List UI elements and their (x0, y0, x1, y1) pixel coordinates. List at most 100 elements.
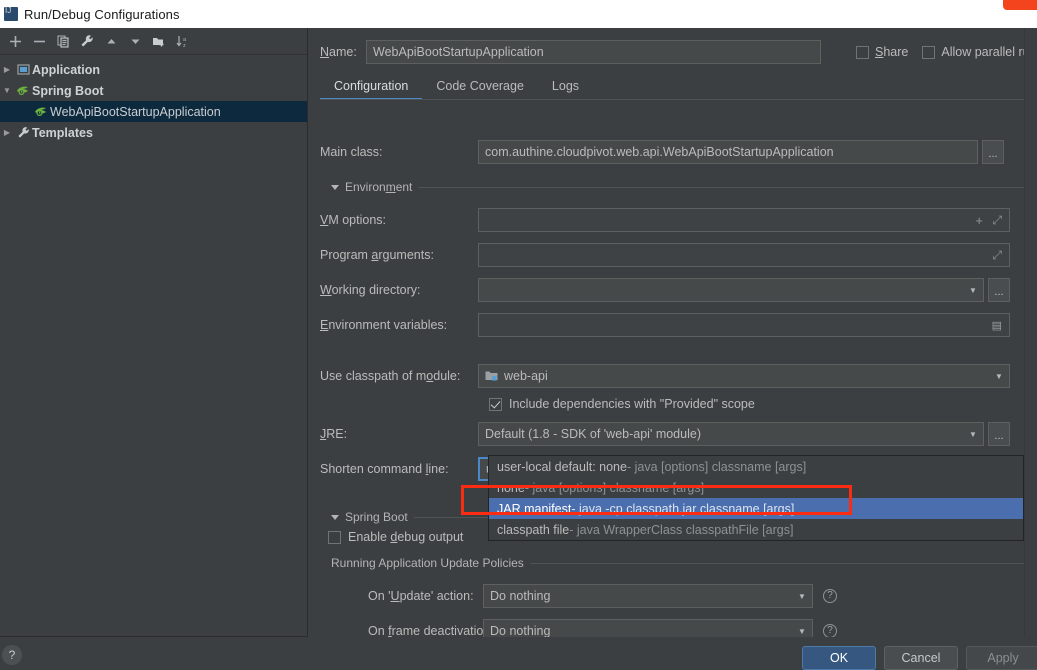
share-checkbox[interactable] (856, 46, 869, 59)
apply-button[interactable]: Apply (966, 646, 1037, 670)
chevron-right-icon[interactable]: ▶ (0, 65, 14, 74)
help-icon[interactable]: ? (2, 645, 22, 665)
tab-configuration[interactable]: Configuration (320, 79, 422, 99)
working-directory-row: Working directory: ▼ ... (320, 278, 1037, 302)
help-icon[interactable]: ? (823, 624, 837, 638)
arrow-down-icon[interactable] (124, 30, 146, 52)
vertical-scrollbar[interactable] (1024, 28, 1037, 637)
program-arguments-input[interactable]: ⤢ (478, 243, 1010, 267)
update-policies-section-label: Running Application Update Policies (331, 556, 524, 570)
use-classpath-value: web-api (504, 369, 548, 383)
tree-item-label: Application (32, 63, 100, 77)
on-update-action-value: Do nothing (490, 589, 550, 603)
program-arguments-row: Program arguments: ⤢ (320, 243, 1037, 267)
enable-debug-output-label: Enable debug output (348, 530, 463, 544)
working-directory-combo[interactable]: ▼ (478, 278, 984, 302)
main-class-browse-button[interactable]: ... (982, 140, 1004, 164)
allow-parallel-run-checkbox[interactable] (922, 46, 935, 59)
shorten-command-line-dropdown[interactable]: user-local default: none - java [options… (488, 455, 1024, 541)
dropdown-item-classpath-file[interactable]: classpath file - java WrapperClass class… (489, 519, 1023, 540)
name-row: Name: WebApiBootStartupApplication Share… (320, 40, 1037, 64)
configuration-editor-panel: Name: WebApiBootStartupApplication Share… (309, 28, 1037, 637)
dropdown-item-user-local-default[interactable]: user-local default: none - java [options… (489, 456, 1023, 477)
add-icon[interactable]: + (975, 213, 983, 228)
tree-item-application[interactable]: ▶ Application (0, 59, 307, 80)
plus-icon[interactable] (4, 30, 26, 52)
cancel-button[interactable]: Cancel (884, 646, 958, 670)
chevron-down-icon[interactable] (331, 185, 339, 190)
configurations-tree-panel: a z ▶ Application ▼ Spring Boot (0, 28, 308, 637)
close-icon[interactable] (1003, 0, 1037, 10)
tree-item-webapibootstartupapplication[interactable]: WebApiBootStartupApplication (0, 101, 307, 122)
configurations-tree[interactable]: ▶ Application ▼ Spring Boot (0, 55, 307, 143)
on-update-action-combo[interactable]: Do nothing ▼ (483, 584, 813, 608)
chevron-down-icon[interactable] (331, 515, 339, 520)
tab-code-coverage[interactable]: Code Coverage (422, 79, 538, 99)
update-policies-section-header: Running Application Update Policies (331, 556, 1037, 570)
include-dependencies-checkbox[interactable] (489, 398, 502, 411)
expand-icon[interactable]: ⤢ (992, 248, 1002, 263)
environment-variables-row: Environment variables: ▤ (320, 313, 1037, 337)
minus-icon[interactable] (28, 30, 50, 52)
copy-icon[interactable] (52, 30, 74, 52)
dropdown-item-none[interactable]: none - java [options] classname [args] (489, 477, 1023, 498)
main-class-input[interactable]: com.authine.cloudpivot.web.api.WebApiBoo… (478, 140, 978, 164)
dialog-footer: ? OK Cancel Apply (0, 637, 1037, 665)
include-dependencies-label: Include dependencies with "Provided" sco… (509, 397, 755, 411)
share-label: Share (875, 45, 908, 59)
spring-boot-icon (32, 106, 50, 118)
window-title: Run/Debug Configurations (24, 7, 180, 22)
jre-browse-button[interactable]: ... (988, 422, 1010, 446)
name-label: Name: (320, 45, 366, 59)
new-folder-icon[interactable] (148, 30, 170, 52)
svg-text:z: z (183, 43, 186, 48)
dropdown-item-jar-manifest[interactable]: JAR manifest - java -cp classpath.jar cl… (489, 498, 1023, 519)
on-frame-deactivation-label: On frame deactivation: (368, 624, 483, 638)
working-directory-browse-button[interactable]: ... (988, 278, 1010, 302)
wrench-icon[interactable] (76, 30, 98, 52)
editor-tabs: Configuration Code Coverage Logs (320, 72, 1037, 99)
chevron-down-icon[interactable]: ▼ (965, 286, 981, 295)
jre-row: JRE: Default (1.8 - SDK of 'web-api' mod… (320, 422, 1037, 446)
use-classpath-combo[interactable]: web-api ▼ (478, 364, 1010, 388)
enable-debug-output-checkbox[interactable] (328, 531, 341, 544)
chevron-down-icon[interactable]: ▼ (991, 372, 1007, 381)
jre-combo[interactable]: Default (1.8 - SDK of 'web-api' module) … (478, 422, 984, 446)
chevron-down-icon[interactable]: ▼ (794, 592, 810, 601)
allow-parallel-run-label: Allow parallel run (941, 45, 1036, 59)
environment-section-header[interactable]: Environment (331, 180, 1037, 194)
main-class-row: Main class: com.authine.cloudpivot.web.a… (320, 140, 1037, 164)
include-dependencies-row[interactable]: Include dependencies with "Provided" sco… (489, 397, 755, 411)
vm-options-row: VM options: + ⤢ (320, 208, 1037, 232)
tab-logs[interactable]: Logs (538, 79, 593, 99)
use-classpath-row: Use classpath of module: web-api ▼ (320, 364, 1037, 388)
tree-toolbar: a z (0, 28, 307, 55)
spring-boot-icon (14, 85, 32, 97)
window-title-bar: Run/Debug Configurations (0, 0, 1037, 28)
environment-variables-edit-icon[interactable]: ▤ (992, 319, 1002, 332)
main-class-label: Main class: (320, 145, 478, 159)
intellij-idea-icon (4, 7, 18, 21)
ok-button[interactable]: OK (802, 646, 876, 670)
tree-item-spring-boot[interactable]: ▼ Spring Boot (0, 80, 307, 101)
environment-variables-label: Environment variables: (320, 318, 478, 332)
chevron-down-icon[interactable]: ▼ (794, 627, 810, 636)
vm-options-input[interactable]: + ⤢ (478, 208, 1010, 232)
module-icon (485, 370, 498, 382)
help-icon[interactable]: ? (823, 589, 837, 603)
expand-icon[interactable]: ⤢ (992, 213, 1002, 228)
tree-item-templates[interactable]: ▶ Templates (0, 122, 307, 143)
tree-item-label: Spring Boot (32, 84, 104, 98)
chevron-down-icon[interactable]: ▼ (965, 430, 981, 439)
environment-section-label: Environment (345, 180, 412, 194)
enable-debug-output-row[interactable]: Enable debug output (328, 530, 463, 544)
tree-item-label: WebApiBootStartupApplication (50, 105, 221, 119)
tree-item-label: Templates (32, 126, 93, 140)
sort-alphabetically-icon[interactable]: a z (172, 30, 194, 52)
name-input[interactable]: WebApiBootStartupApplication (366, 40, 821, 64)
use-classpath-label: Use classpath of module: (320, 369, 478, 383)
arrow-up-icon[interactable] (100, 30, 122, 52)
chevron-right-icon[interactable]: ▶ (0, 128, 14, 137)
environment-variables-input[interactable]: ▤ (478, 313, 1010, 337)
chevron-down-icon[interactable]: ▼ (0, 86, 14, 95)
